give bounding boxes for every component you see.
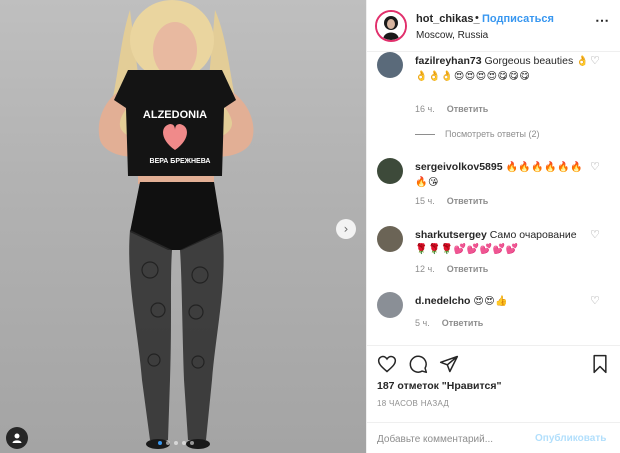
author-username[interactable]: hot_chikas_	[416, 13, 480, 25]
carousel-dot	[174, 441, 178, 445]
reply-button[interactable]: Ответить	[447, 264, 489, 274]
comment-username[interactable]: sergeivolkov5895	[415, 161, 503, 173]
likes-count[interactable]: 187 отметок "Нравится"	[377, 380, 501, 392]
comment-emoji: 🌹🌹🌹💕💕💕💕💕	[415, 244, 519, 255]
comments-list: fazilreyhan73 Gorgeous beauties 👌👌👌👌😍😍😍😍…	[367, 52, 620, 344]
comment-body: Само очарование	[489, 229, 577, 241]
view-replies-button[interactable]: Посмотреть ответы (2)	[415, 129, 540, 139]
heart-icon[interactable]: ♡	[590, 54, 600, 67]
comment-meta: 5 ч. Ответить	[415, 318, 483, 328]
post-side-panel: hot_chikas_ • Подписаться Moscow, Russia…	[366, 0, 620, 453]
shirt-brand-text: ALZEDONIA	[143, 109, 207, 121]
comment-text: sergeivolkov5895 🔥🔥🔥🔥🔥🔥🔥😘	[415, 160, 591, 190]
comment-meta: 15 ч. Ответить	[415, 196, 488, 206]
user-icon	[12, 433, 22, 443]
heart-icon[interactable]: ♡	[590, 160, 600, 173]
tagged-users-button[interactable]	[6, 427, 28, 449]
author-avatar[interactable]	[375, 10, 407, 42]
post-timestamp[interactable]: 18 ЧАСОВ НАЗАД	[377, 399, 449, 408]
comment-body: Gorgeous beauties	[484, 55, 574, 67]
carousel-dot	[166, 441, 170, 445]
bookmark-icon[interactable]	[591, 354, 609, 374]
comment-text: d.nedelcho 😍😍👍	[415, 294, 591, 309]
comment-meta: 16 ч. Ответить	[415, 104, 488, 114]
heart-icon[interactable]	[377, 354, 397, 374]
ellipsis-icon[interactable]: ⋯	[595, 12, 610, 29]
comment-time[interactable]: 16 ч.	[415, 104, 435, 114]
view-replies-label: Посмотреть ответы (2)	[445, 129, 540, 139]
add-comment-bar: Опубликовать	[367, 422, 620, 453]
comment-time[interactable]: 15 ч.	[415, 196, 435, 206]
reply-button[interactable]: Ответить	[447, 104, 489, 114]
carousel-dot	[190, 441, 194, 445]
comment-text: fazilreyhan73 Gorgeous beauties 👌👌👌👌😍😍😍😍…	[415, 54, 591, 84]
carousel-dot	[182, 441, 186, 445]
carousel-next-button[interactable]: ›	[336, 219, 356, 239]
heart-icon[interactable]: ♡	[590, 228, 600, 241]
reply-button[interactable]: Ответить	[447, 196, 489, 206]
carousel-dot	[158, 441, 162, 445]
share-icon[interactable]	[439, 354, 459, 374]
model-photo-illustration: ALZEDONIA ВЕРА БРЕЖНЕВА	[98, 0, 254, 449]
comment-icon[interactable]	[408, 354, 428, 374]
replies-divider	[415, 133, 435, 135]
header-separator: •	[475, 12, 479, 24]
follow-button[interactable]: Подписаться	[482, 13, 554, 25]
heart-icon[interactable]: ♡	[590, 294, 600, 307]
carousel-indicator	[158, 441, 194, 445]
shirt-name-text: ВЕРА БРЕЖНЕВА	[150, 158, 211, 165]
publish-button[interactable]: Опубликовать	[535, 433, 606, 444]
comment-time[interactable]: 5 ч.	[415, 318, 430, 328]
comment-time[interactable]: 12 ч.	[415, 264, 435, 274]
comment-meta: 12 ч. Ответить	[415, 264, 488, 274]
post-photo[interactable]: ALZEDONIA ВЕРА БРЕЖНЕВА ›	[0, 0, 366, 453]
avatar-illustration	[377, 12, 405, 40]
commenter-avatar[interactable]	[377, 52, 403, 78]
post-header: hot_chikas_ • Подписаться Moscow, Russia…	[367, 0, 620, 52]
post-actions-bar	[367, 345, 620, 374]
post-location[interactable]: Moscow, Russia	[416, 30, 488, 41]
commenter-avatar[interactable]	[377, 226, 403, 252]
commenter-avatar[interactable]	[377, 292, 403, 318]
comment-input[interactable]	[377, 430, 527, 448]
comment-text: sharkutsergey Само очарование 🌹🌹🌹💕💕💕💕💕	[415, 228, 591, 257]
comment-username[interactable]: d.nedelcho	[415, 295, 470, 307]
comment-emoji: 😍😍👍	[473, 296, 509, 307]
comment-username[interactable]: sharkutsergey	[415, 229, 487, 241]
comment-username[interactable]: fazilreyhan73	[415, 55, 482, 67]
chevron-right-icon: ›	[343, 222, 349, 236]
reply-button[interactable]: Ответить	[442, 318, 484, 328]
commenter-avatar[interactable]	[377, 158, 403, 184]
